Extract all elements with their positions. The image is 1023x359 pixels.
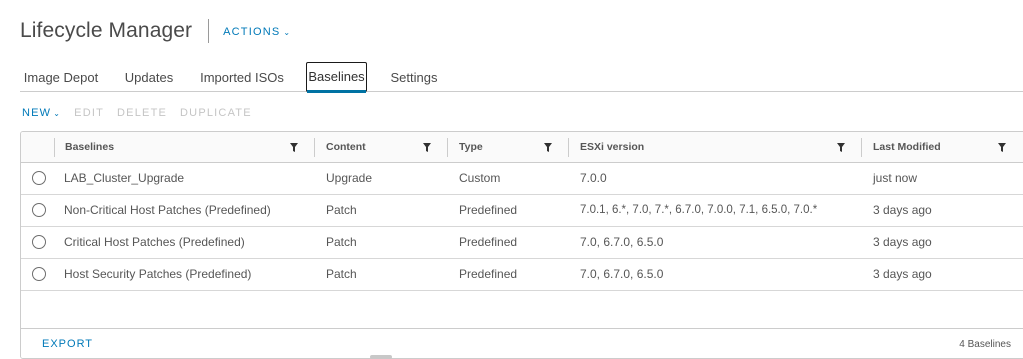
row-select-radio[interactable] bbox=[32, 171, 46, 185]
column-header-content[interactable]: Content bbox=[326, 132, 366, 163]
column-header-type[interactable]: Type bbox=[459, 132, 483, 163]
column-separator bbox=[54, 138, 55, 157]
baseline-content: Patch bbox=[326, 235, 357, 249]
duplicate-button[interactable]: DUPLICATE bbox=[180, 107, 252, 119]
baseline-name: Critical Host Patches (Predefined) bbox=[64, 235, 245, 249]
export-button[interactable]: EXPORT bbox=[42, 338, 93, 350]
baseline-esxi-version: 7.0, 6.7.0, 6.5.0 bbox=[580, 235, 664, 249]
baseline-esxi-version: 7.0.1, 6.*, 7.0, 7.*, 6.7.0, 7.0.0, 7.1,… bbox=[580, 204, 818, 216]
baseline-last-modified: 3 days ago bbox=[873, 267, 932, 281]
grid-toolbar: NEW ⌄ EDIT DELETE DUPLICATE bbox=[22, 106, 265, 120]
item-count: 4 Baselines bbox=[959, 339, 1011, 350]
tab-bar: Image Depot Updates Imported ISOs Baseli… bbox=[20, 62, 1023, 93]
row-select-radio[interactable] bbox=[32, 203, 46, 217]
filter-icon[interactable] bbox=[998, 143, 1006, 152]
title-divider bbox=[208, 19, 210, 43]
filter-icon[interactable] bbox=[837, 143, 845, 152]
column-separator bbox=[447, 138, 448, 157]
baseline-type: Custom bbox=[459, 171, 501, 185]
baseline-content: Patch bbox=[326, 203, 357, 217]
table-row[interactable]: Critical Host Patches (Predefined) Patch… bbox=[21, 227, 1023, 259]
chevron-down-icon: ⌄ bbox=[53, 109, 62, 118]
tab-baselines[interactable]: Baselines bbox=[306, 62, 367, 93]
baseline-last-modified: 3 days ago bbox=[873, 235, 932, 249]
chevron-down-icon: ⌄ bbox=[283, 27, 292, 37]
baseline-name: LAB_Cluster_Upgrade bbox=[64, 171, 185, 185]
row-select-radio[interactable] bbox=[32, 235, 46, 249]
horizontal-scrollbar[interactable] bbox=[370, 355, 392, 359]
column-header-esxi-version[interactable]: ESXi version bbox=[580, 132, 644, 163]
column-header-last-modified[interactable]: Last Modified bbox=[873, 132, 941, 163]
tab-image-depot[interactable]: Image Depot bbox=[23, 64, 99, 91]
table-row[interactable]: Non-Critical Host Patches (Predefined) P… bbox=[21, 195, 1023, 227]
baseline-content: Upgrade bbox=[326, 171, 373, 185]
table-row[interactable]: LAB_Cluster_Upgrade Upgrade Custom 7.0.0… bbox=[21, 163, 1023, 195]
delete-button[interactable]: DELETE bbox=[117, 107, 167, 119]
baseline-type: Predefined bbox=[459, 267, 518, 281]
actions-label: ACTIONS bbox=[223, 26, 281, 38]
baselines-datagrid: Baselines Content Type ESXi version Last… bbox=[20, 131, 1023, 359]
baseline-type: Predefined bbox=[459, 235, 518, 249]
column-header-baselines[interactable]: Baselines bbox=[65, 132, 114, 163]
column-separator bbox=[568, 138, 569, 157]
baseline-name: Host Security Patches (Predefined) bbox=[64, 267, 252, 281]
baseline-last-modified: 3 days ago bbox=[873, 203, 932, 217]
grid-header-row: Baselines Content Type ESXi version Last… bbox=[21, 132, 1023, 163]
baseline-content: Patch bbox=[326, 267, 357, 281]
grid-footer: EXPORT 4 Baselines bbox=[21, 328, 1023, 358]
column-separator bbox=[314, 138, 315, 157]
filter-icon[interactable] bbox=[423, 143, 431, 152]
baseline-name: Non-Critical Host Patches (Predefined) bbox=[64, 203, 271, 217]
page-header: Lifecycle Manager ACTIONS ⌄ bbox=[20, 17, 291, 45]
table-row[interactable]: Host Security Patches (Predefined) Patch… bbox=[21, 259, 1023, 291]
page-title: Lifecycle Manager bbox=[20, 19, 193, 42]
edit-button[interactable]: EDIT bbox=[74, 107, 104, 119]
baseline-type: Predefined bbox=[459, 203, 518, 217]
column-separator bbox=[861, 138, 862, 157]
baseline-last-modified: just now bbox=[873, 171, 918, 185]
new-button[interactable]: NEW ⌄ bbox=[22, 107, 61, 119]
filter-icon[interactable] bbox=[290, 143, 298, 152]
row-select-radio[interactable] bbox=[32, 267, 46, 281]
tab-updates[interactable]: Updates bbox=[124, 64, 174, 91]
tab-settings[interactable]: Settings bbox=[389, 64, 439, 91]
new-label: NEW bbox=[22, 107, 52, 119]
baseline-esxi-version: 7.0.0 bbox=[580, 171, 607, 185]
tab-imported-isos[interactable]: Imported ISOs bbox=[200, 64, 284, 91]
actions-menu-button[interactable]: ACTIONS ⌄ bbox=[223, 26, 291, 38]
filter-icon[interactable] bbox=[544, 143, 552, 152]
baseline-esxi-version: 7.0, 6.7.0, 6.5.0 bbox=[580, 267, 664, 281]
